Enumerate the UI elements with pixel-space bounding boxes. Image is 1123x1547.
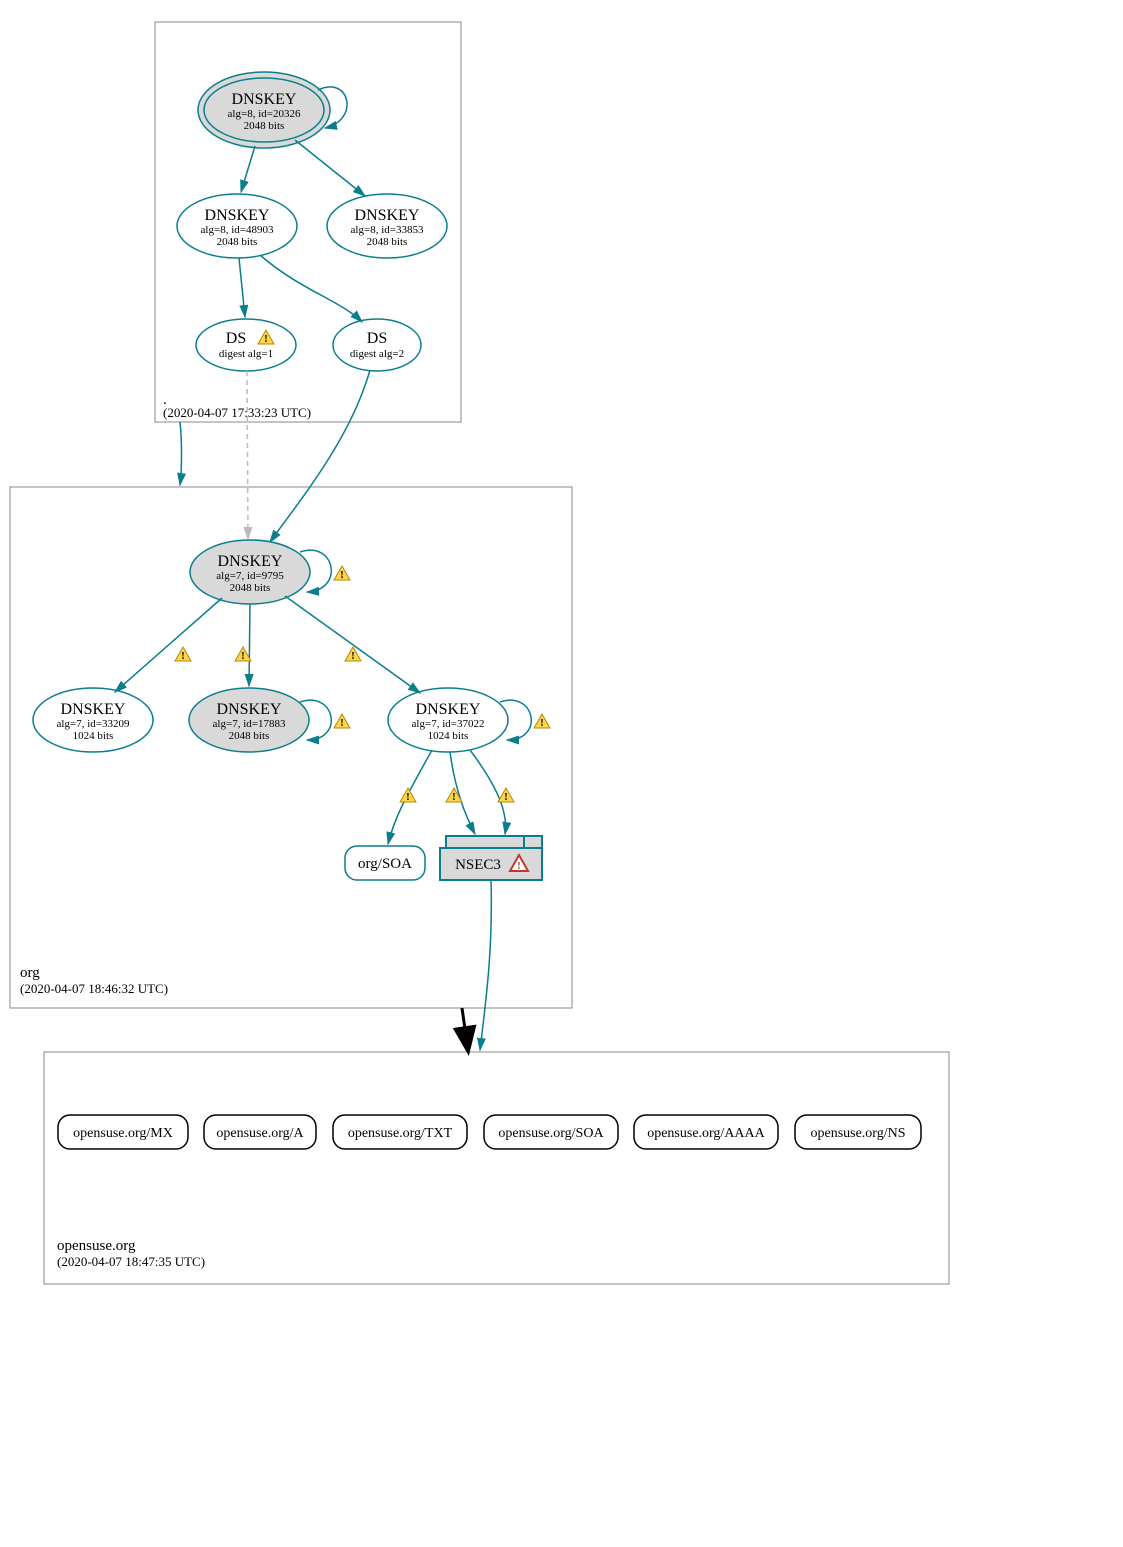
- svg-text:alg=7, id=9795: alg=7, id=9795: [216, 570, 284, 582]
- zone-org-name: org: [20, 965, 40, 981]
- warning-icon: !: [334, 566, 350, 581]
- svg-text:DNSKEY: DNSKEY: [205, 207, 270, 224]
- edge-nsec3-opensuse: [480, 880, 491, 1050]
- node-root-zsk2[interactable]: DNSKEY alg=8, id=33853 2048 bits: [327, 194, 447, 258]
- node-rec-ns[interactable]: opensuse.org/NS: [795, 1115, 921, 1149]
- edge-deleg-org-opensuse-black: [462, 1008, 468, 1050]
- warning-icon: !: [498, 788, 514, 803]
- svg-text:!: !: [340, 717, 344, 729]
- node-ds2[interactable]: DS digest alg=2: [333, 319, 421, 371]
- svg-text:DNSKEY: DNSKEY: [61, 701, 126, 718]
- node-rec-aaaa[interactable]: opensuse.org/AAAA: [634, 1115, 778, 1149]
- node-root-ksk[interactable]: DNSKEY alg=8, id=20326 2048 bits: [198, 72, 330, 148]
- edge-rzsk1-ds1: [239, 258, 245, 317]
- svg-text:2048 bits: 2048 bits: [244, 120, 285, 132]
- svg-text:alg=8, id=20326: alg=8, id=20326: [228, 108, 301, 120]
- svg-text:DS: DS: [367, 330, 387, 347]
- svg-text:!: !: [264, 333, 268, 345]
- svg-text:!: !: [351, 650, 355, 662]
- zone-opensuse-name: opensuse.org: [57, 1238, 136, 1254]
- edge-rksk-rzsk1: [241, 146, 255, 192]
- svg-text:opensuse.org/TXT: opensuse.org/TXT: [348, 1126, 453, 1141]
- edge-ds1-orgksk: [247, 371, 248, 539]
- svg-text:!: !: [540, 717, 544, 729]
- svg-text:alg=8, id=48903: alg=8, id=48903: [201, 224, 274, 236]
- warning-icon: !: [534, 714, 550, 729]
- svg-text:!: !: [452, 791, 456, 803]
- svg-text:DNSKEY: DNSKEY: [355, 207, 420, 224]
- svg-text:2048 bits: 2048 bits: [229, 730, 270, 742]
- svg-text:alg=7, id=37022: alg=7, id=37022: [412, 718, 485, 730]
- svg-text:DNSKEY: DNSKEY: [416, 701, 481, 718]
- node-rec-a[interactable]: opensuse.org/A: [204, 1115, 316, 1149]
- dnsviz-diagram: . (2020-04-07 17:33:23 UTC) org (2020-04…: [0, 0, 1123, 1547]
- svg-text:DNSKEY: DNSKEY: [218, 553, 283, 570]
- svg-text:2048 bits: 2048 bits: [230, 582, 271, 594]
- node-rec-txt[interactable]: opensuse.org/TXT: [333, 1115, 467, 1149]
- warning-icon: !: [175, 647, 191, 662]
- svg-text:1024 bits: 1024 bits: [73, 730, 114, 742]
- svg-text:alg=7, id=17883: alg=7, id=17883: [213, 718, 286, 730]
- edge-rzsk1-ds2: [260, 255, 362, 322]
- svg-text:DNSKEY: DNSKEY: [217, 701, 282, 718]
- svg-text:!: !: [181, 650, 185, 662]
- svg-text:opensuse.org/NS: opensuse.org/NS: [810, 1126, 905, 1141]
- svg-text:1024 bits: 1024 bits: [428, 730, 469, 742]
- svg-text:opensuse.org/MX: opensuse.org/MX: [73, 1126, 173, 1141]
- svg-text:2048 bits: 2048 bits: [367, 236, 408, 248]
- edge-deleg-root-org: [180, 422, 182, 485]
- svg-text:!: !: [504, 791, 508, 803]
- svg-text:digest alg=2: digest alg=2: [350, 348, 404, 360]
- svg-text:DNSKEY: DNSKEY: [232, 91, 297, 108]
- svg-text:org/SOA: org/SOA: [358, 856, 412, 872]
- edge-orgksk-k1: [115, 598, 222, 692]
- zone-root-time: (2020-04-07 17:33:23 UTC): [163, 405, 311, 420]
- node-rec-mx[interactable]: opensuse.org/MX: [58, 1115, 188, 1149]
- node-rec-soa[interactable]: opensuse.org/SOA: [484, 1115, 618, 1149]
- svg-text:digest alg=1: digest alg=1: [219, 348, 273, 360]
- svg-text:DS: DS: [226, 330, 246, 347]
- warning-icon: !: [235, 647, 251, 662]
- zone-org-time: (2020-04-07 18:46:32 UTC): [20, 981, 168, 996]
- svg-text:!: !: [241, 650, 245, 662]
- node-org-k3[interactable]: DNSKEY alg=7, id=37022 1024 bits: [388, 688, 508, 752]
- node-org-k1[interactable]: DNSKEY alg=7, id=33209 1024 bits: [33, 688, 153, 752]
- node-org-ksk[interactable]: DNSKEY alg=7, id=9795 2048 bits: [190, 540, 310, 604]
- zone-opensuse-time: (2020-04-07 18:47:35 UTC): [57, 1254, 205, 1269]
- node-nsec3[interactable]: NSEC3 !: [440, 836, 542, 880]
- node-org-soa[interactable]: org/SOA: [345, 846, 425, 880]
- svg-text:!: !: [517, 860, 521, 872]
- svg-text:!: !: [340, 569, 344, 581]
- edge-rksk-rzsk2: [295, 140, 365, 196]
- svg-text:opensuse.org/A: opensuse.org/A: [216, 1126, 304, 1141]
- svg-text:alg=8, id=33853: alg=8, id=33853: [351, 224, 424, 236]
- svg-text:opensuse.org/SOA: opensuse.org/SOA: [498, 1126, 604, 1141]
- edge-orgksk-k3: [285, 596, 420, 693]
- edge-k3-nsec3b: [470, 750, 506, 834]
- edge-ds2-orgksk: [270, 370, 370, 542]
- svg-text:!: !: [406, 791, 410, 803]
- svg-text:2048 bits: 2048 bits: [217, 236, 258, 248]
- node-root-zsk1[interactable]: DNSKEY alg=8, id=48903 2048 bits: [177, 194, 297, 258]
- svg-text:alg=7, id=33209: alg=7, id=33209: [57, 718, 130, 730]
- warning-icon: !: [400, 788, 416, 803]
- node-ds1[interactable]: DS digest alg=1 !: [196, 319, 296, 371]
- svg-text:opensuse.org/AAAA: opensuse.org/AAAA: [647, 1126, 765, 1141]
- edge-orgksk-k2: [249, 604, 250, 686]
- svg-text:NSEC3: NSEC3: [455, 857, 501, 873]
- node-org-k2[interactable]: DNSKEY alg=7, id=17883 2048 bits: [189, 688, 309, 752]
- warning-icon: !: [334, 714, 350, 729]
- zone-opensuse-box: [44, 1052, 949, 1284]
